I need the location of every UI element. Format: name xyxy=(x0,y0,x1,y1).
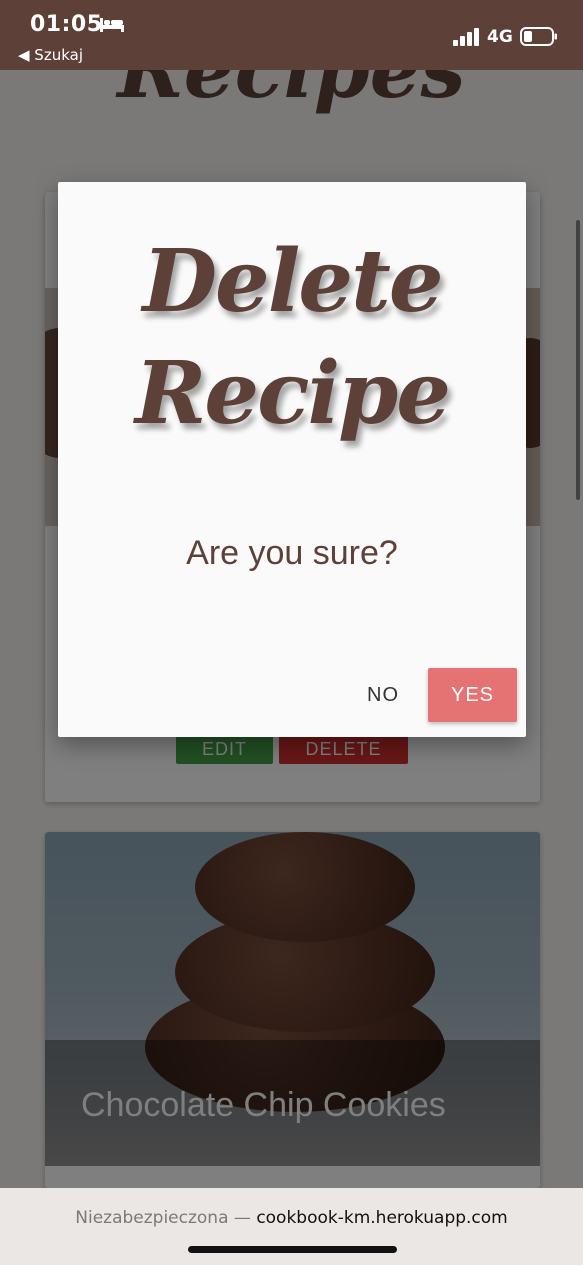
dialog-title-line: Delete xyxy=(142,231,443,332)
dialog-title-line: Recipe xyxy=(134,343,451,444)
delete-recipe-dialog: Delete Recipe Are you sure? NO YES xyxy=(58,182,526,737)
network-type: 4G xyxy=(487,27,513,47)
browser-address-bar[interactable]: Niezabezpieczona — cookbook-km.herokuapp… xyxy=(0,1188,583,1265)
status-time: 01:05 xyxy=(30,12,103,37)
url-host: cookbook-km.herokuapp.com xyxy=(256,1208,508,1228)
insecure-label: Niezabezpieczona — xyxy=(75,1208,251,1228)
dialog-message: Are you sure? xyxy=(186,534,398,572)
signal-bars-icon xyxy=(453,28,479,46)
url-display[interactable]: Niezabezpieczona — cookbook-km.herokuapp… xyxy=(0,1208,583,1228)
battery-icon xyxy=(520,27,557,46)
home-indicator[interactable] xyxy=(188,1246,397,1253)
no-button[interactable]: NO xyxy=(356,668,410,722)
yes-button[interactable]: YES xyxy=(428,668,517,722)
back-to-search-link[interactable]: ◀ Szukaj xyxy=(18,46,83,64)
status-bar: 01:05 ◀ Szukaj 4G xyxy=(0,0,583,70)
bed-icon xyxy=(100,18,124,32)
dialog-title: Delete Recipe xyxy=(58,226,526,450)
